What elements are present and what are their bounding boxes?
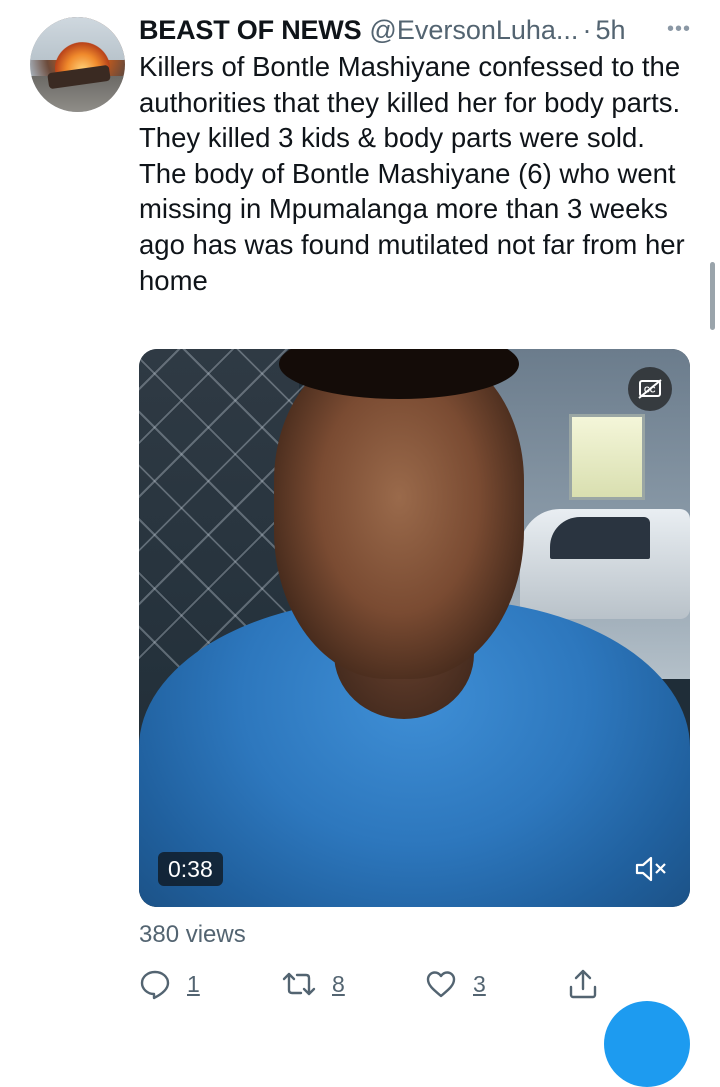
- tweet-text: Killers of Bontle Mashiyane confessed to…: [139, 51, 685, 296]
- scrollbar[interactable]: [710, 262, 715, 330]
- author-handle[interactable]: @EversonLuha...: [369, 15, 578, 46]
- tweet-actions: 1 8 3: [139, 962, 699, 1006]
- heart-icon: [426, 971, 456, 998]
- header-separator: ·: [582, 14, 592, 45]
- view-count: 380 views: [139, 921, 246, 948]
- reply-count: 1: [187, 970, 200, 997]
- video-player[interactable]: CC 0:38: [139, 349, 690, 907]
- reply-icon: [140, 970, 170, 1000]
- retweet-icon: [282, 972, 316, 996]
- closed-captions-icon[interactable]: CC: [628, 367, 672, 411]
- retweet-count: 8: [332, 970, 345, 997]
- video-car-glass: [550, 517, 650, 559]
- tweet-header: BEAST OF NEWS @EversonLuha... · 5h •••: [139, 12, 699, 48]
- share-icon: [569, 969, 597, 999]
- like-count: 3: [473, 970, 486, 997]
- retweet-button[interactable]: 8: [282, 962, 345, 1006]
- reply-button[interactable]: 1: [139, 962, 200, 1006]
- video-duration: 0:38: [158, 852, 223, 886]
- tweet-timestamp[interactable]: 5h: [595, 15, 625, 46]
- like-button[interactable]: 3: [425, 962, 486, 1006]
- more-options-icon[interactable]: •••: [667, 18, 691, 41]
- author-avatar[interactable]: [30, 17, 125, 112]
- speaker-muted-icon[interactable]: [634, 854, 668, 884]
- share-button[interactable]: [567, 962, 599, 1006]
- video-window: [569, 414, 645, 500]
- author-name[interactable]: BEAST OF NEWS: [139, 15, 362, 46]
